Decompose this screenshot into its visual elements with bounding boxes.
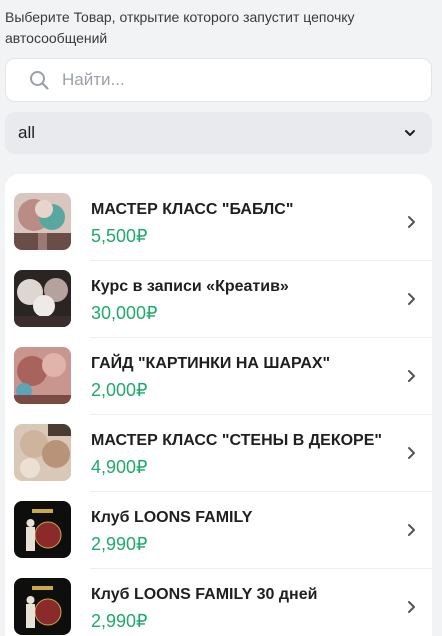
product-thumbnail [14,193,71,250]
filter-selected-value: all [18,123,36,142]
product-name: МАСТЕР КЛАСС "БАБЛС" [91,201,294,218]
product-picker-page: Выберите Товар, открытие которого запуст… [0,0,442,636]
chevron-right-icon [408,447,415,459]
product-price: 4,900₽ [91,457,148,477]
product-list: МАСТЕР КЛАСС "БАБЛС" 5,500₽ Курс в запис… [5,174,432,636]
product-thumbnail [14,578,71,635]
product-item[interactable]: Клуб LOONS FAMILY 30 дней 2,990₽ [5,568,432,636]
product-price: 2,000₽ [91,380,148,400]
product-item[interactable]: МАСТЕР КЛАСС "СТЕНЫ В ДЕКОРЕ" 4,900₽ [5,414,432,491]
product-item[interactable]: Клуб LOONS FAMILY 2,990₽ [5,491,432,568]
filter-select[interactable]: all [5,112,432,154]
product-thumbnail [14,347,71,404]
search-box[interactable] [5,58,432,102]
product-thumbnail [14,424,71,481]
product-name: Клуб LOONS FAMILY 30 дней [91,586,318,603]
product-name: ГАЙД "КАРТИНКИ НА ШАРАХ" [91,355,331,372]
product-item[interactable]: ГАЙД "КАРТИНКИ НА ШАРАХ" 2,000₽ [5,337,432,414]
product-name: МАСТЕР КЛАСС "СТЕНЫ В ДЕКОРЕ" [91,432,382,449]
product-name: Курс в записи «Креатив» [91,278,289,295]
chevron-right-icon [408,293,415,305]
chevron-right-icon [408,524,415,536]
product-thumbnail [14,270,71,327]
search-input[interactable] [62,70,392,90]
product-thumbnail [14,501,71,558]
product-price: 2,990₽ [91,611,148,631]
product-item[interactable]: МАСТЕР КЛАСС "БАБЛС" 5,500₽ [5,183,432,260]
product-item[interactable]: Курс в записи «Креатив» 30,000₽ [5,260,432,337]
chevron-right-icon [408,216,415,228]
product-name: Клуб LOONS FAMILY [91,509,253,526]
chevron-down-icon [405,130,415,136]
product-price: 5,500₽ [91,226,148,246]
chevron-right-icon [408,601,415,613]
search-icon [30,71,49,90]
chevron-right-icon [408,370,415,382]
instruction-text: Выберите Товар, открытие которого запуст… [5,9,355,46]
product-price: 30,000₽ [91,303,158,323]
product-price: 2,990₽ [91,534,148,554]
